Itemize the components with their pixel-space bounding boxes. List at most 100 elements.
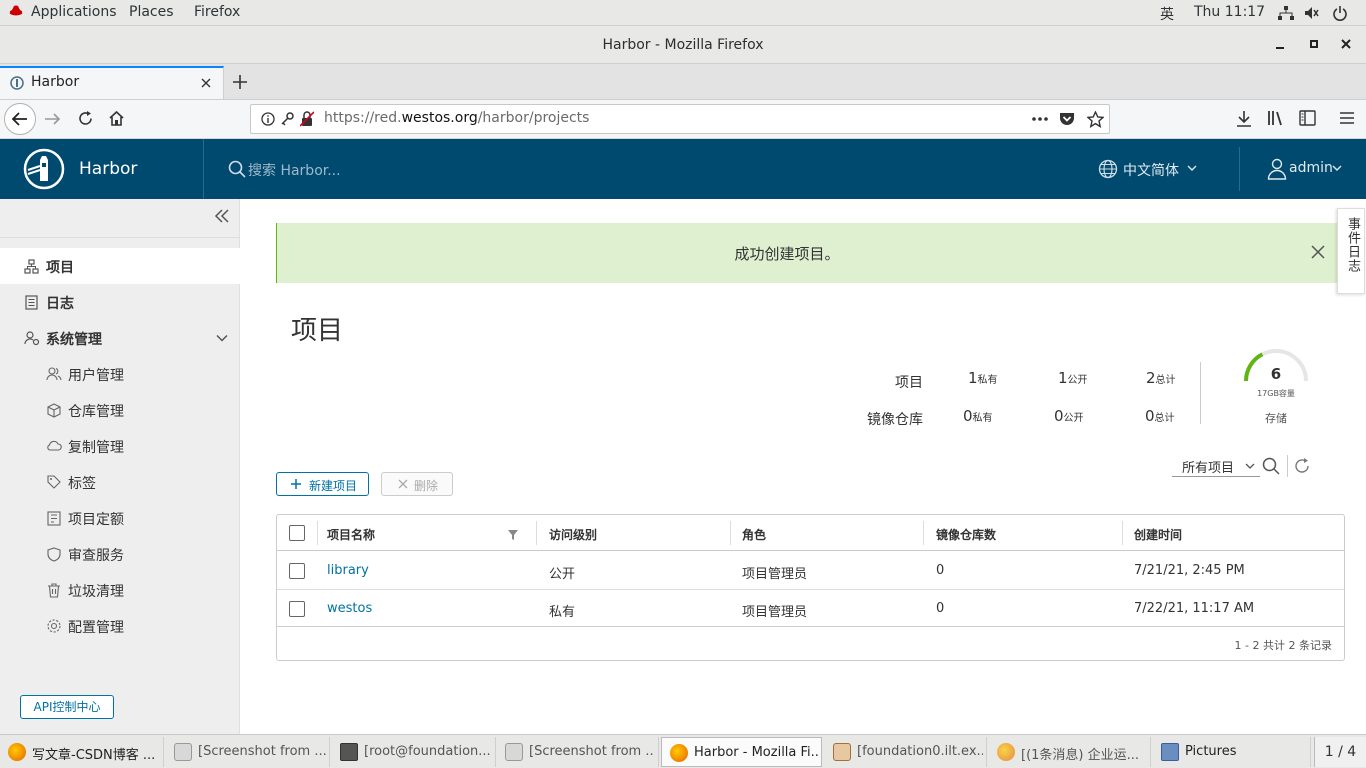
storage-gauge: 6 17GB容量 存储 [1240, 347, 1312, 433]
taskbar-item-screenshot-1[interactable]: [Screenshot from ... [166, 737, 330, 767]
hamburger-menu-icon[interactable] [1339, 111, 1355, 125]
column-header-role[interactable]: 角色 [742, 526, 766, 543]
collapse-sidebar-icon[interactable] [214, 209, 230, 223]
taskbar-item-enterprise[interactable]: [(1条消息) 企业运... [989, 737, 1151, 767]
firefox-icon [670, 744, 688, 762]
row-checkbox[interactable] [289, 563, 305, 579]
sidebar-item-users[interactable]: 用户管理 [0, 356, 240, 392]
workspace-switcher[interactable]: 1 / 4 [1314, 737, 1366, 767]
user-menu[interactable]: admin [1289, 160, 1333, 176]
taskbar-item-pictures[interactable]: Pictures [1153, 737, 1311, 767]
repos-public-count: 0公开 [1054, 407, 1084, 425]
sidebar-item-projects[interactable]: 项目 [0, 248, 240, 284]
table-row[interactable]: library 公开 项目管理员 0 7/21/21, 2:45 PM [277, 552, 1344, 590]
firefox-menu[interactable]: Firefox [194, 4, 240, 20]
volume-icon[interactable] [1304, 5, 1320, 21]
library-icon[interactable] [1267, 110, 1285, 126]
url-bar[interactable]: https://red.westos.org/harbor/projects [250, 104, 1110, 134]
tab-label: Harbor [31, 74, 80, 90]
home-button[interactable] [108, 110, 125, 127]
sidebar-item-label: 审查服务 [68, 548, 124, 564]
places-menu[interactable]: Places [129, 4, 174, 20]
sidebar-item-label: 标签 [68, 476, 96, 492]
close-tab-icon[interactable] [200, 77, 212, 89]
gnome-top-bar: Applications Places Firefox 英 Thu 11:17 [0, 0, 1366, 26]
url-text[interactable]: https://red.westos.org/harbor/projects [324, 110, 589, 126]
projects-total-count: 2总计 [1146, 369, 1176, 387]
tab-bar: Harbor [0, 64, 1366, 100]
insecure-lock-icon[interactable] [300, 111, 314, 127]
language-chevron-down-icon[interactable] [1187, 164, 1197, 172]
downloads-icon[interactable] [1236, 110, 1252, 127]
back-button[interactable] [4, 103, 36, 135]
new-tab-button[interactable] [232, 74, 248, 90]
sidebar-item-registries[interactable]: 仓库管理 [0, 392, 240, 428]
page-actions-icon[interactable] [1031, 112, 1049, 126]
info-icon[interactable] [261, 112, 275, 126]
filter-icon[interactable] [508, 530, 518, 540]
language-selector[interactable]: 中文简体 [1123, 160, 1179, 180]
globe-icon [1098, 159, 1118, 179]
input-method-indicator[interactable]: 英 [1160, 4, 1174, 24]
sidebar-item-logs[interactable]: 日志 [0, 284, 240, 320]
project-filter-select[interactable]: 所有项目 [1172, 455, 1260, 477]
taskbar-item-harbor-firefox[interactable]: Harbor - Mozilla Fi... [661, 737, 822, 767]
column-header-repo-count[interactable]: 镜像仓库数 [936, 526, 996, 543]
redhat-icon[interactable] [8, 5, 24, 19]
harbor-logo-icon[interactable] [23, 148, 65, 190]
table-row[interactable]: westos 私有 项目管理员 0 7/22/21, 11:17 AM [277, 590, 1344, 627]
col-separator [317, 521, 318, 545]
search-input[interactable]: 搜索 Harbor... [248, 160, 341, 180]
creation-time: 7/22/21, 11:17 AM [1134, 601, 1255, 616]
sidebar-item-configuration[interactable]: 配置管理 [0, 608, 240, 644]
column-header-access[interactable]: 访问级别 [549, 526, 597, 543]
user-chevron-down-icon[interactable] [1332, 164, 1342, 172]
project-link[interactable]: library [327, 563, 369, 578]
column-header-created[interactable]: 创建时间 [1134, 526, 1182, 543]
sidebar-item-replications[interactable]: 复制管理 [0, 428, 240, 464]
taskbar-item-terminal[interactable]: [root@foundation... [332, 737, 496, 767]
clock[interactable]: Thu 11:17 [1194, 4, 1265, 20]
power-icon[interactable] [1332, 5, 1348, 21]
repo-count: 0 [936, 601, 945, 616]
taskbar-item-csdn[interactable]: 写文章-CSDN博客 ... [0, 737, 164, 767]
applications-menu[interactable]: Applications [31, 4, 117, 20]
header-divider-right [1239, 147, 1240, 191]
close-alert-icon[interactable] [1310, 244, 1326, 260]
sidebar-toggle-icon[interactable] [1299, 110, 1316, 126]
select-all-checkbox[interactable] [289, 525, 305, 541]
bookmark-star-icon[interactable] [1087, 111, 1104, 128]
network-icon[interactable] [1278, 6, 1294, 20]
sidebar-item-administration[interactable]: 系统管理 [0, 320, 240, 356]
repos-private-count: 0私有 [963, 407, 993, 425]
forward-button[interactable] [44, 111, 62, 127]
taskbar-item-foundation[interactable]: [foundation0.ilt.ex... [825, 737, 987, 767]
sidebar-item-scanners[interactable]: 审查服务 [0, 536, 240, 572]
chevron-down-icon[interactable] [216, 334, 228, 342]
delete-button[interactable]: 删除 [381, 472, 453, 496]
row-checkbox[interactable] [289, 601, 305, 617]
projects-icon [24, 259, 39, 274]
minimize-button[interactable] [1274, 38, 1286, 50]
maximize-button[interactable] [1308, 38, 1320, 50]
taskbar-item-screenshot-2[interactable]: [Screenshot from ... [497, 737, 659, 767]
sidebar-item-labels[interactable]: 标签 [0, 464, 240, 500]
pocket-icon[interactable] [1059, 111, 1075, 127]
tab-harbor[interactable]: Harbor [0, 66, 224, 99]
refresh-icon[interactable] [1293, 457, 1311, 475]
sidebar-item-garbage-collection[interactable]: 垃圾清理 [0, 572, 240, 608]
close-window-button[interactable] [1340, 38, 1352, 50]
reload-button[interactable] [77, 110, 94, 127]
harbor-favicon-icon [10, 76, 24, 90]
sidebar: 项目 日志 系统管理 用户管理 仓库管理 复制管理 标签 项目定额 审查服务 垃… [0, 199, 240, 734]
project-link[interactable]: westos [327, 601, 372, 616]
key-icon[interactable] [280, 112, 294, 126]
new-project-button[interactable]: 新建项目 [276, 472, 369, 496]
search-filter-icon[interactable] [1262, 457, 1280, 475]
api-explorer-button[interactable]: API控制中心 [20, 695, 114, 719]
sidebar-item-quotas[interactable]: 项目定额 [0, 500, 240, 536]
harbor-brand[interactable]: Harbor [79, 159, 137, 179]
firefox-icon [8, 743, 26, 761]
event-log-tab[interactable]: 事件日志 [1337, 208, 1365, 294]
column-header-name[interactable]: 项目名称 [327, 526, 375, 543]
